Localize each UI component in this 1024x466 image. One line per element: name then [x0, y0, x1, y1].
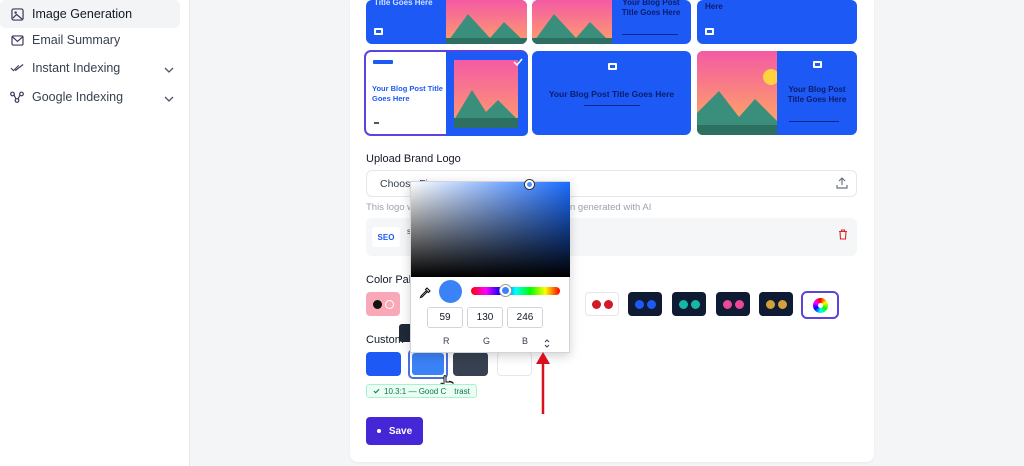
template-title: Here: [705, 2, 723, 11]
check-icon: [373, 387, 380, 396]
chevron-down-icon[interactable]: [164, 91, 174, 105]
template-thumbnail[interactable]: Your Blog Post Title Goes Here: [697, 51, 857, 135]
upload-icon[interactable]: [835, 176, 849, 195]
color-picker-popover: 59 130 246 R G B: [410, 180, 570, 353]
sidebar-item-label: Image Generation: [32, 7, 133, 21]
sidebar-item-image-generation[interactable]: Image Generation: [0, 0, 180, 28]
chevron-down-icon[interactable]: [164, 62, 174, 76]
check-icon: [512, 55, 524, 67]
template-thumbnail-selected[interactable]: Your Blog Post Title Goes Here: [364, 50, 528, 136]
palette-dot: [634, 299, 644, 309]
green-label: G: [483, 336, 491, 346]
palette-dot: [777, 299, 787, 309]
custom-color-swatch[interactable]: [497, 352, 532, 376]
double-check-icon: [10, 61, 24, 75]
contrast-text-end: trast: [454, 386, 470, 396]
template-title: Your Blog Post Title Goes Here: [621, 0, 681, 17]
palette-dot: [384, 299, 394, 309]
template-thumbnail[interactable]: Your Blog Post Title Goes Here: [532, 0, 691, 44]
eyedropper-icon[interactable]: [419, 286, 431, 304]
palette-dot: [765, 299, 775, 309]
template-image: [454, 60, 518, 128]
save-button-label: Save: [388, 425, 413, 437]
save-button[interactable]: Save: [366, 417, 423, 445]
hue-knob[interactable]: [500, 285, 511, 296]
custom-palette-swatch[interactable]: [801, 291, 839, 319]
sidebar-item-google-indexing[interactable]: Google Indexing: [0, 83, 180, 111]
red-input[interactable]: 59: [427, 307, 463, 328]
template-title: Your Blog Post Title Goes Here: [548, 89, 675, 99]
template-logo: [813, 61, 822, 68]
custom-color-swatch[interactable]: [453, 352, 488, 376]
green-input[interactable]: 130: [467, 307, 503, 328]
template-thumbnail[interactable]: Your Blog Post Title Goes Here: [532, 51, 691, 135]
template-title: Your Blog Post Title Goes Here: [372, 84, 443, 103]
sidebar: Image Generation Email Summary Instant I…: [0, 0, 190, 466]
palette-dot: [372, 299, 382, 309]
bullet-icon: [376, 429, 381, 433]
uploaded-logo-text: SEO: [377, 232, 395, 242]
saturation-value-area[interactable]: [411, 182, 570, 277]
template-thumbnail[interactable]: Here: [697, 0, 857, 44]
network-icon: [10, 90, 24, 104]
palette-dot: [734, 299, 744, 309]
upload-hint-right: n generated with AI: [570, 202, 652, 213]
template-logo: [374, 28, 383, 35]
contrast-text: 10.3:1 — Good C: [384, 386, 447, 396]
palette-swatch[interactable]: [366, 292, 400, 316]
contrast-badge: 10.3:1 — Good C trast: [366, 384, 477, 398]
template-logo: [608, 63, 617, 70]
palette-dot: [646, 299, 656, 309]
template-accent-bar: [373, 60, 393, 64]
template-subtitle-line: [789, 121, 839, 122]
palette-dot: [603, 299, 613, 309]
template-image: [697, 51, 777, 135]
upload-hint-left: This logo w: [366, 202, 415, 213]
template-thumbnail[interactable]: Title Goes Here: [366, 0, 527, 44]
template-image: [532, 0, 612, 44]
palette-dot: [690, 299, 700, 309]
color-preview: [439, 280, 462, 303]
blue-input[interactable]: 246: [507, 307, 543, 328]
template-subtitle-line: [584, 105, 640, 106]
template-title: Your Blog Post Title Goes Here: [787, 85, 847, 104]
mail-icon: [10, 33, 24, 47]
annotation-arrow: [534, 350, 552, 421]
uploaded-logo-thumbnail: SEO: [372, 227, 400, 247]
palette-swatch[interactable]: [716, 292, 750, 316]
upload-logo-label: Upload Brand Logo: [366, 153, 461, 165]
palette-dot: [722, 299, 732, 309]
palette-swatch[interactable]: [628, 292, 662, 316]
palette-dot: [591, 299, 601, 309]
blue-label: B: [522, 336, 529, 346]
template-subtitle-line: [622, 34, 678, 35]
sidebar-item-label: Google Indexing: [32, 90, 124, 104]
sidebar-item-instant-indexing[interactable]: Instant Indexing: [0, 54, 180, 82]
color-wheel-icon: [812, 297, 828, 313]
template-logo: [374, 122, 379, 124]
template-logo: [705, 28, 714, 35]
sidebar-item-label: Instant Indexing: [32, 61, 121, 75]
hue-slider[interactable]: [471, 287, 560, 295]
palette-swatch[interactable]: [672, 292, 706, 316]
palette-dot: [678, 299, 688, 309]
template-title: Title Goes Here: [374, 0, 433, 7]
sidebar-item-email-summary[interactable]: Email Summary: [0, 26, 180, 54]
trash-icon[interactable]: [838, 227, 848, 245]
image-icon: [10, 7, 24, 21]
template-image: [446, 0, 527, 44]
saturation-knob[interactable]: [525, 180, 534, 189]
custom-color-swatch[interactable]: [366, 352, 401, 376]
palette-swatch[interactable]: [585, 292, 619, 316]
sidebar-item-label: Email Summary: [32, 33, 121, 47]
template-image-bg: [446, 52, 528, 136]
palette-swatch[interactable]: [759, 292, 793, 316]
red-label: R: [443, 336, 450, 346]
custom-color-fill: [412, 353, 444, 375]
